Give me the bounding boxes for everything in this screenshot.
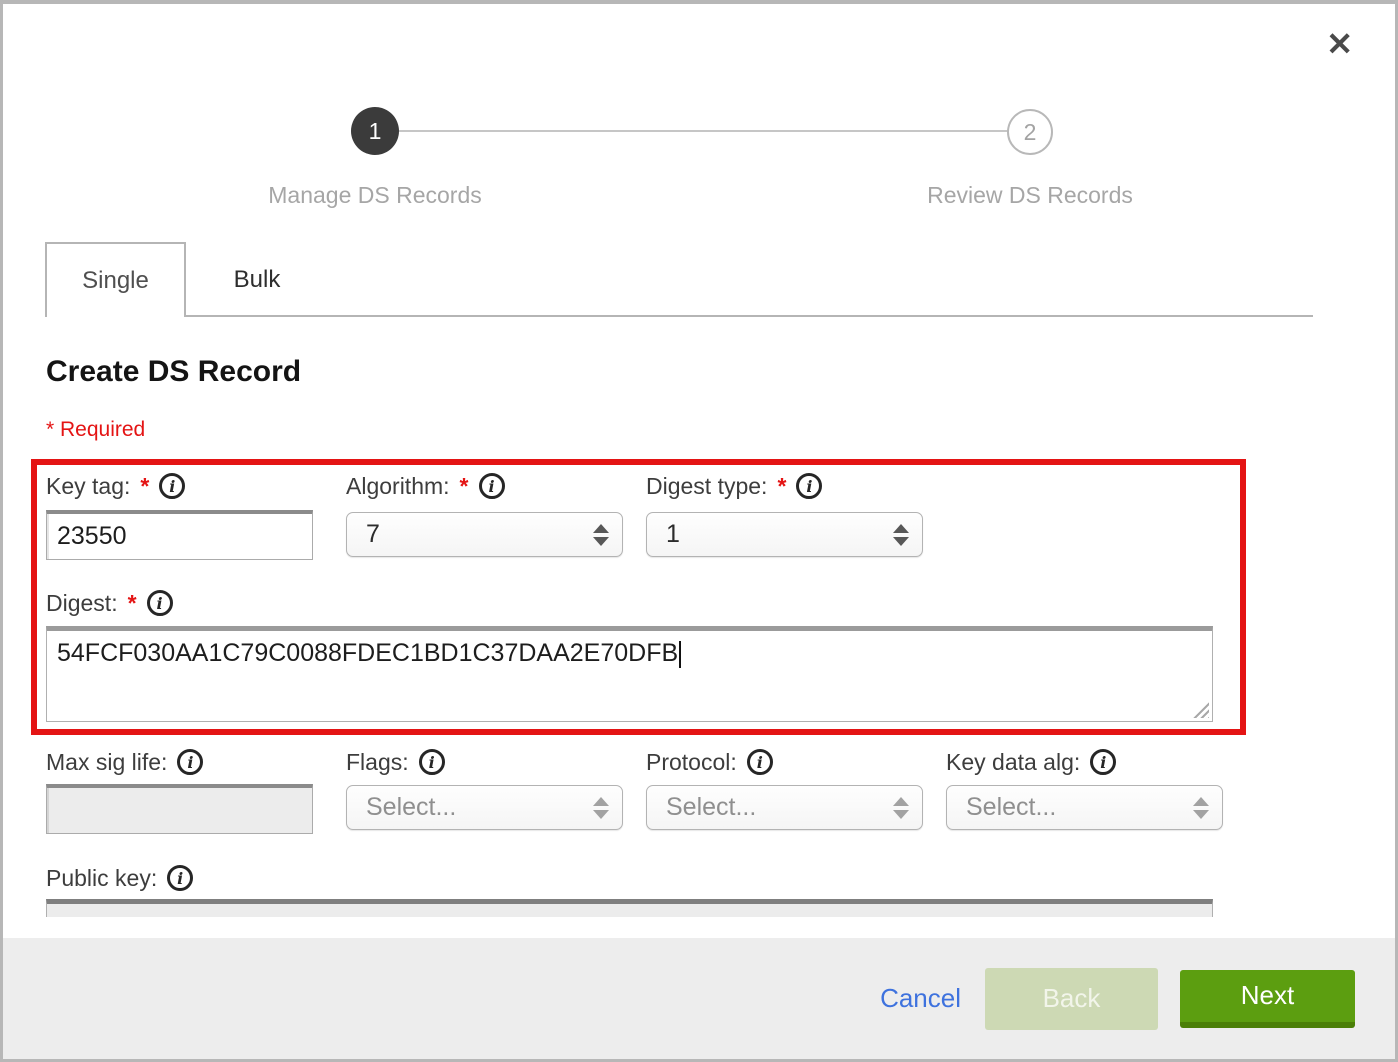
info-icon[interactable]: i	[479, 473, 505, 499]
step-1-circle: 1	[351, 107, 399, 155]
protocol-value: Select...	[666, 793, 756, 822]
digest-type-select[interactable]: 1	[646, 512, 923, 557]
next-button-label: Next	[1241, 980, 1294, 1011]
info-icon[interactable]: i	[419, 749, 445, 775]
resize-handle-icon[interactable]	[1192, 701, 1209, 718]
digest-type-label: Digest type: * i	[646, 470, 822, 502]
tab-bulk-label: Bulk	[234, 266, 281, 294]
info-icon[interactable]: i	[747, 749, 773, 775]
info-icon[interactable]: i	[1090, 749, 1116, 775]
flags-label: Flags: i	[346, 746, 445, 778]
back-button-label: Back	[1043, 983, 1101, 1014]
step-1-label: Manage DS Records	[195, 182, 555, 209]
required-asterisk: *	[460, 473, 469, 500]
select-stepper-icon	[593, 524, 609, 546]
key-data-alg-label: Key data alg: i	[946, 746, 1116, 778]
flags-select[interactable]: Select...	[346, 785, 623, 830]
key-tag-value: 23550	[57, 522, 127, 551]
select-stepper-icon	[893, 797, 909, 819]
max-sig-life-input[interactable]	[46, 784, 313, 834]
algorithm-value: 7	[366, 520, 380, 549]
digest-type-value: 1	[666, 520, 680, 549]
select-stepper-icon	[893, 524, 909, 546]
digest-textarea[interactable]: 54FCF030AA1C79C0088FDEC1BD1C37DAA2E70DFB	[46, 626, 1213, 722]
info-icon[interactable]: i	[147, 590, 173, 616]
digest-label: Digest: * i	[46, 587, 173, 619]
cancel-button[interactable]: Cancel	[880, 983, 961, 1014]
required-asterisk: *	[128, 590, 137, 617]
tab-bulk[interactable]: Bulk	[186, 242, 328, 317]
create-ds-record-modal: ✕ 1 2 Manage DS Records Review DS Record…	[0, 0, 1398, 1062]
algorithm-label: Algorithm: * i	[346, 470, 505, 502]
info-icon[interactable]: i	[177, 749, 203, 775]
key-data-alg-select[interactable]: Select...	[946, 785, 1223, 830]
tab-single-label: Single	[82, 267, 149, 295]
public-key-label-text: Public key:	[46, 865, 157, 892]
required-asterisk: *	[140, 473, 149, 500]
max-sig-life-label-text: Max sig life:	[46, 749, 167, 776]
digest-type-label-text: Digest type:	[646, 473, 767, 500]
key-tag-label-text: Key tag:	[46, 473, 130, 500]
info-icon[interactable]: i	[159, 473, 185, 499]
max-sig-life-label: Max sig life: i	[46, 746, 203, 778]
back-button[interactable]: Back	[985, 968, 1158, 1030]
protocol-label: Protocol: i	[646, 746, 773, 778]
public-key-textarea[interactable]	[46, 899, 1213, 917]
key-tag-label: Key tag: * i	[46, 470, 185, 502]
flags-value: Select...	[366, 793, 456, 822]
public-key-label: Public key: i	[46, 862, 193, 894]
digest-value: 54FCF030AA1C79C0088FDEC1BD1C37DAA2E70DFB	[57, 639, 678, 667]
algorithm-label-text: Algorithm:	[346, 473, 450, 500]
tabs-divider	[186, 315, 1313, 317]
modal-footer: Cancel Back Next	[3, 938, 1395, 1059]
key-tag-input[interactable]: 23550	[46, 510, 313, 560]
select-stepper-icon	[593, 797, 609, 819]
step-1-number: 1	[369, 118, 382, 145]
flags-label-text: Flags:	[346, 749, 409, 776]
step-2-circle: 2	[1007, 109, 1053, 155]
step-2-number: 2	[1024, 119, 1037, 146]
step-2-label: Review DS Records	[850, 182, 1210, 209]
info-icon[interactable]: i	[167, 865, 193, 891]
protocol-select[interactable]: Select...	[646, 785, 923, 830]
algorithm-select[interactable]: 7	[346, 512, 623, 557]
next-button[interactable]: Next	[1180, 970, 1355, 1028]
required-note: * Required	[46, 418, 145, 442]
select-stepper-icon	[1193, 797, 1209, 819]
digest-label-text: Digest:	[46, 590, 118, 617]
protocol-label-text: Protocol:	[646, 749, 737, 776]
close-icon[interactable]: ✕	[1326, 28, 1353, 60]
tab-single[interactable]: Single	[45, 242, 186, 317]
stepper-connector-line	[375, 130, 1030, 132]
page-title: Create DS Record	[46, 355, 301, 389]
info-icon[interactable]: i	[796, 473, 822, 499]
text-caret	[679, 641, 681, 668]
key-data-alg-label-text: Key data alg:	[946, 749, 1080, 776]
key-data-alg-value: Select...	[966, 793, 1056, 822]
required-asterisk: *	[777, 473, 786, 500]
